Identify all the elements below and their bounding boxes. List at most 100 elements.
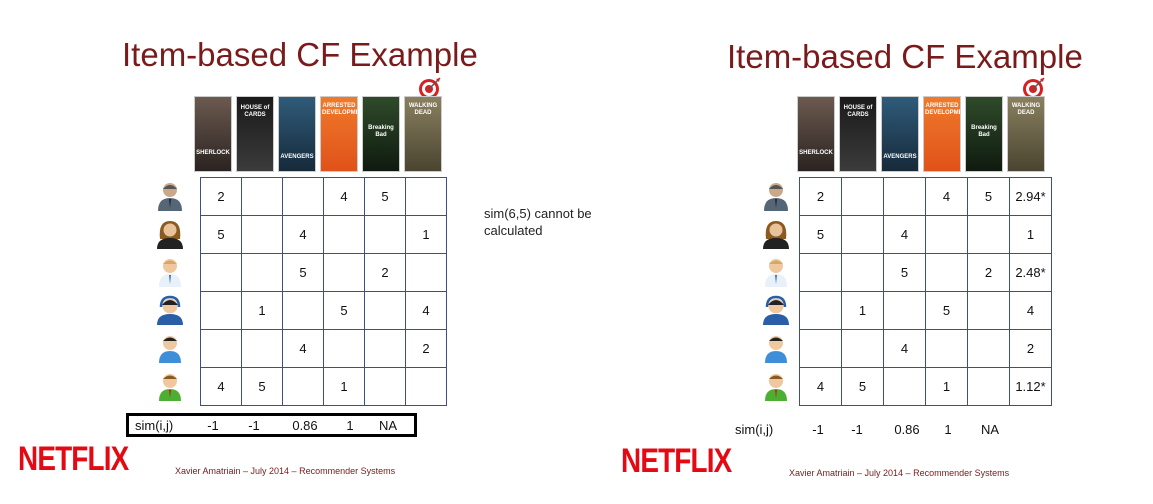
slide-left: Item-based CF Example SHERLOCK HOUSE of … [0, 0, 592, 504]
rating-cell: 2 [799, 177, 842, 216]
rating-cell: 5 [883, 253, 926, 292]
movie-posters: SHERLOCK HOUSE of CARDS AVENGERS ARRESTE… [797, 96, 1045, 172]
poster-sherlock: SHERLOCK [797, 96, 835, 172]
rating-cell: 2 [967, 253, 1010, 292]
movie-posters: SHERLOCK HOUSE of CARDS AVENGERS ARRESTE… [194, 96, 442, 172]
rating-cell [967, 215, 1010, 254]
slide-footer: Xavier Amatriain – July 2014 – Recommend… [789, 468, 1010, 478]
similarity-row: sim(i,j) -1 -1 0.86 1 NA [126, 413, 417, 437]
rating-cell: 4 [323, 177, 365, 216]
poster-avengers: AVENGERS [278, 96, 316, 172]
rating-cell: 4 [883, 329, 926, 368]
rating-cell [364, 215, 406, 254]
rating-cell: 4 [200, 367, 242, 406]
slide-right: Item-based CF Example SHERLOCK HOUSE of … [577, 0, 1153, 504]
table-row: 52 [200, 253, 447, 292]
rating-cell: 2 [364, 253, 406, 292]
sim-value: 1 [346, 417, 354, 433]
rating-cell [799, 253, 842, 292]
rating-cell: 1 [1009, 215, 1052, 254]
predicted-rating-cell: 2.94* [1009, 177, 1052, 216]
user-man-icon [759, 253, 793, 291]
poster-house-of-cards: HOUSE of CARDS [236, 96, 274, 172]
rating-cell: 2 [200, 177, 242, 216]
rating-cell: 4 [1009, 291, 1052, 330]
sim-value: NA [378, 417, 398, 433]
user-suit-icon [153, 177, 187, 215]
sim-value: 0.86 [894, 421, 920, 437]
poster-house-of-cards: HOUSE of CARDS [839, 96, 877, 172]
rating-cell [841, 329, 884, 368]
rating-cell: 4 [282, 215, 324, 254]
rating-cell [364, 329, 406, 368]
netflix-logo: NETFLIX [621, 442, 732, 480]
rating-cell [282, 367, 324, 406]
slide-title: Item-based CF Example [122, 36, 478, 73]
rating-cell [925, 215, 968, 254]
rating-cell [241, 329, 283, 368]
ratings-table: 245 541 52 154 42 451 [200, 177, 447, 406]
rating-cell [405, 367, 447, 406]
sim-value: 0.86 [292, 417, 318, 433]
rating-cell [241, 177, 283, 216]
rating-cell: 4 [799, 367, 842, 406]
rating-cell [883, 291, 926, 330]
predicted-rating-cell: 1.12* [1009, 367, 1052, 406]
rating-cell [282, 291, 324, 330]
rating-cell: 2 [405, 329, 447, 368]
rating-cell: 1 [323, 367, 365, 406]
rating-cell [967, 329, 1010, 368]
poster-walking-dead: WALKING DEAD [1007, 96, 1045, 172]
poster-arrested-development: ARRESTED DEVELOPMENT [320, 96, 358, 172]
user-person-icon [153, 329, 187, 367]
table-row: 2 45 [200, 177, 447, 216]
rating-cell: 1 [241, 291, 283, 330]
sim-label: sim(i,j) [735, 421, 774, 437]
slide-title: Item-based CF Example [727, 38, 1083, 75]
rating-cell [405, 177, 447, 216]
rating-cell: 5 [799, 215, 842, 254]
sim-value: -1 [248, 417, 260, 433]
table-row: 4 5 1 1.12* [799, 367, 1052, 406]
table-row: 45 1 [200, 367, 447, 406]
table-row: 5 4 1 [799, 215, 1052, 254]
slide-footer: Xavier Amatriain – July 2014 – Recommend… [175, 466, 396, 476]
sim-label: sim(i,j) [135, 417, 174, 433]
ratings-table: 2 4 5 2.94* 541 5 2 2.48* 154 42 4 5 1 1.12* [799, 177, 1052, 406]
user-woman-icon [759, 215, 793, 253]
netflix-logo: NETFLIX [18, 440, 129, 478]
poster-sherlock: SHERLOCK [194, 96, 232, 172]
rating-cell [841, 215, 884, 254]
rating-cell: 5 [925, 291, 968, 330]
rating-cell: 1 [841, 291, 884, 330]
user-headset-icon [153, 291, 187, 329]
rating-cell: 4 [405, 291, 447, 330]
rating-cell [241, 215, 283, 254]
rating-cell: 5 [841, 367, 884, 406]
predicted-rating-cell: 2.48* [1009, 253, 1052, 292]
rating-cell [364, 291, 406, 330]
rating-cell [925, 329, 968, 368]
rating-cell [364, 367, 406, 406]
poster-arrested-development: ARRESTED DEVELOPMENT [923, 96, 961, 172]
table-row: 5 2 2.48* [799, 253, 1052, 292]
rating-cell: 5 [967, 177, 1010, 216]
rating-cell: 1 [925, 367, 968, 406]
poster-breaking-bad: Breaking Bad [362, 96, 400, 172]
similarity-row: sim(i,j) -1 -1 0.86 1 NA [735, 418, 1021, 440]
rating-cell: 5 [282, 253, 324, 292]
sim-value: -1 [207, 417, 219, 433]
rating-cell [925, 253, 968, 292]
rating-cell [799, 291, 842, 330]
sim-value: -1 [812, 421, 824, 437]
user-green-icon [153, 367, 187, 405]
rating-cell [200, 291, 242, 330]
rating-cell [241, 253, 283, 292]
sim-value: NA [980, 421, 1000, 437]
rating-cell: 4 [925, 177, 968, 216]
table-row: 42 [200, 329, 447, 368]
poster-avengers: AVENGERS [881, 96, 919, 172]
rating-cell [405, 253, 447, 292]
poster-walking-dead: WALKING DEAD [404, 96, 442, 172]
table-row: 1 5 4 [799, 291, 1052, 330]
